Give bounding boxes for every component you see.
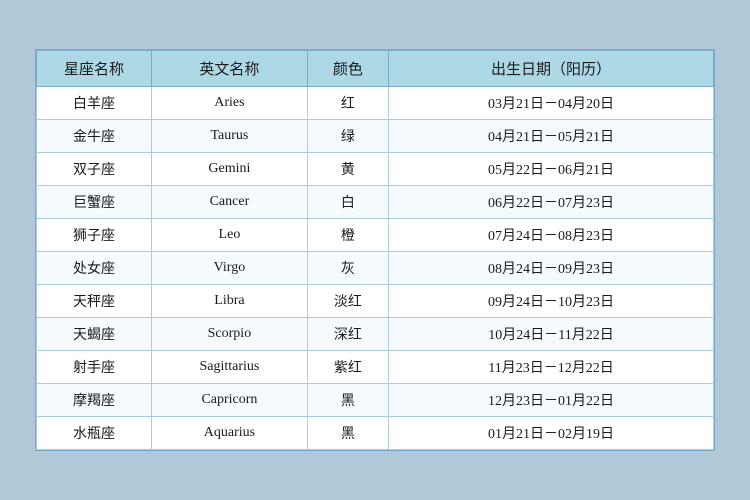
cell-date: 07月24日－08月23日: [389, 219, 714, 252]
cell-date: 06月22日－07月23日: [389, 186, 714, 219]
cell-en: Scorpio: [152, 318, 308, 351]
cell-date: 09月24日－10月23日: [389, 285, 714, 318]
cell-date: 03月21日－04月20日: [389, 87, 714, 120]
cell-color: 灰: [307, 252, 388, 285]
cell-zh: 射手座: [37, 351, 152, 384]
table-header-row: 星座名称 英文名称 颜色 出生日期（阳历）: [37, 51, 714, 87]
cell-en: Taurus: [152, 120, 308, 153]
cell-date: 12月23日－01月22日: [389, 384, 714, 417]
cell-date: 05月22日－06月21日: [389, 153, 714, 186]
cell-en: Virgo: [152, 252, 308, 285]
header-date: 出生日期（阳历）: [389, 51, 714, 87]
cell-en: Leo: [152, 219, 308, 252]
cell-zh: 摩羯座: [37, 384, 152, 417]
table-row: 水瓶座Aquarius黑01月21日－02月19日: [37, 417, 714, 450]
cell-zh: 狮子座: [37, 219, 152, 252]
cell-en: Gemini: [152, 153, 308, 186]
table-body: 白羊座Aries红03月21日－04月20日金牛座Taurus绿04月21日－0…: [37, 87, 714, 450]
table-row: 天秤座Libra淡红09月24日－10月23日: [37, 285, 714, 318]
cell-zh: 白羊座: [37, 87, 152, 120]
table-row: 天蝎座Scorpio深红10月24日－11月22日: [37, 318, 714, 351]
cell-en: Cancer: [152, 186, 308, 219]
table-row: 摩羯座Capricorn黑12月23日－01月22日: [37, 384, 714, 417]
cell-en: Capricorn: [152, 384, 308, 417]
cell-zh: 双子座: [37, 153, 152, 186]
cell-zh: 金牛座: [37, 120, 152, 153]
cell-en: Sagittarius: [152, 351, 308, 384]
table-row: 金牛座Taurus绿04月21日－05月21日: [37, 120, 714, 153]
cell-color: 紫红: [307, 351, 388, 384]
cell-zh: 天蝎座: [37, 318, 152, 351]
table-row: 射手座Sagittarius紫红11月23日－12月22日: [37, 351, 714, 384]
table-row: 处女座Virgo灰08月24日－09月23日: [37, 252, 714, 285]
cell-zh: 处女座: [37, 252, 152, 285]
cell-color: 橙: [307, 219, 388, 252]
zodiac-table-container: 星座名称 英文名称 颜色 出生日期（阳历） 白羊座Aries红03月21日－04…: [35, 49, 715, 451]
cell-zh: 水瓶座: [37, 417, 152, 450]
cell-en: Aquarius: [152, 417, 308, 450]
cell-en: Aries: [152, 87, 308, 120]
cell-color: 深红: [307, 318, 388, 351]
table-row: 白羊座Aries红03月21日－04月20日: [37, 87, 714, 120]
cell-color: 黑: [307, 417, 388, 450]
cell-color: 黑: [307, 384, 388, 417]
cell-date: 10月24日－11月22日: [389, 318, 714, 351]
cell-zh: 天秤座: [37, 285, 152, 318]
cell-color: 淡红: [307, 285, 388, 318]
header-zh: 星座名称: [37, 51, 152, 87]
cell-en: Libra: [152, 285, 308, 318]
cell-color: 黄: [307, 153, 388, 186]
header-color: 颜色: [307, 51, 388, 87]
table-row: 狮子座Leo橙07月24日－08月23日: [37, 219, 714, 252]
cell-date: 04月21日－05月21日: [389, 120, 714, 153]
table-row: 巨蟹座Cancer白06月22日－07月23日: [37, 186, 714, 219]
zodiac-table: 星座名称 英文名称 颜色 出生日期（阳历） 白羊座Aries红03月21日－04…: [36, 50, 714, 450]
cell-color: 白: [307, 186, 388, 219]
cell-date: 11月23日－12月22日: [389, 351, 714, 384]
table-row: 双子座Gemini黄05月22日－06月21日: [37, 153, 714, 186]
cell-date: 01月21日－02月19日: [389, 417, 714, 450]
cell-date: 08月24日－09月23日: [389, 252, 714, 285]
cell-color: 绿: [307, 120, 388, 153]
cell-zh: 巨蟹座: [37, 186, 152, 219]
cell-color: 红: [307, 87, 388, 120]
header-en: 英文名称: [152, 51, 308, 87]
